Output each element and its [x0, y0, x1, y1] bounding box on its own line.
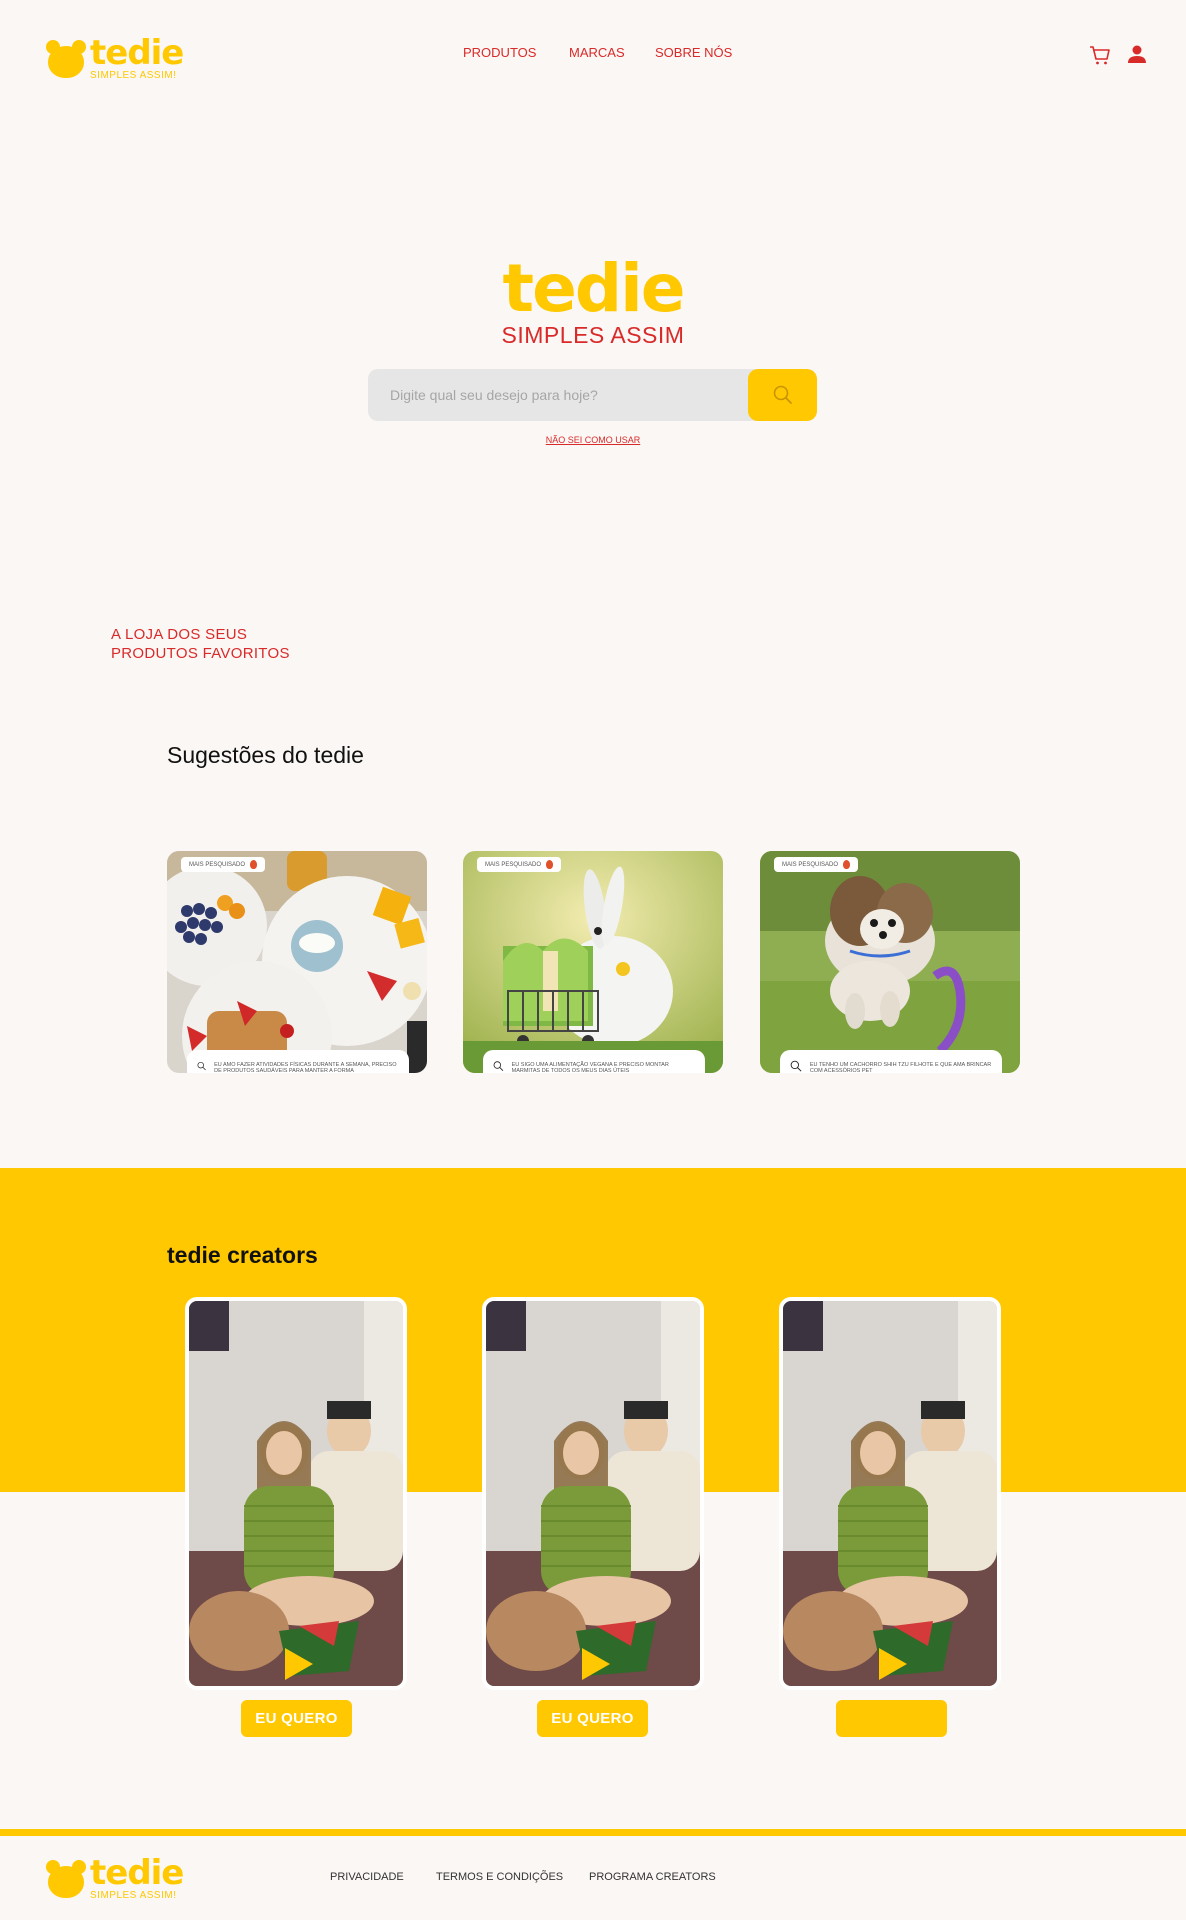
- suggestion-card[interactable]: MAIS PESQUISADO EU TENHO UM CACHORRO SHI…: [760, 851, 1020, 1073]
- footer-link-creators-program[interactable]: PROGRAMA CREATORS: [589, 1871, 716, 1883]
- suggestions-title: Sugestões do tedie: [167, 742, 364, 768]
- most-searched-badge: MAIS PESQUISADO: [181, 857, 266, 872]
- fire-icon: [250, 860, 258, 869]
- most-searched-badge: MAIS PESQUISADO: [774, 857, 859, 872]
- footer-logo-tagline: SIMPLES ASSIM!: [90, 1890, 177, 1901]
- want-button[interactable]: EU QUERO: [241, 1700, 352, 1737]
- creator-video[interactable]: [779, 1297, 1001, 1690]
- badge-label: MAIS PESQUISADO: [485, 861, 542, 868]
- creator-video-thumbnail: [783, 1301, 997, 1686]
- suggestion-query-box: EU TENHO UM CACHORRO SHIH TZU FILHOTE E …: [780, 1050, 1002, 1073]
- store-tagline-line1: A LOJA DOS SEUS: [111, 626, 248, 643]
- play-icon[interactable]: [879, 1648, 907, 1680]
- suggestion-query-box: EU SIGO UMA ALIMENTAÇÃO VEGANA E PRECISO…: [483, 1050, 705, 1073]
- nav-about[interactable]: SOBRE NÓS: [655, 45, 732, 60]
- logo-wordmark: tedie: [90, 33, 184, 73]
- most-searched-badge: MAIS PESQUISADO: [477, 857, 562, 872]
- creator-video-thumbnail: [189, 1301, 403, 1686]
- hero-wordmark: tedie: [502, 250, 686, 327]
- header-logo[interactable]: tedie SIMPLES ASSIM!: [46, 33, 184, 81]
- hero-tagline: SIMPLES ASSIM: [501, 322, 685, 348]
- footer-link-terms[interactable]: TERMOS E CONDIÇÕES: [436, 1871, 563, 1883]
- badge-label: MAIS PESQUISADO: [189, 861, 246, 868]
- user-icon[interactable]: [1126, 44, 1150, 66]
- footer-link-privacy[interactable]: PRIVACIDADE: [330, 1871, 404, 1883]
- search-input[interactable]: [368, 369, 748, 421]
- search-button[interactable]: [748, 369, 817, 421]
- cart-icon[interactable]: [1088, 44, 1112, 66]
- search-bar: [368, 369, 817, 421]
- creator-video[interactable]: [185, 1297, 407, 1690]
- store-tagline: A LOJA DOS SEUS PRODUTOS FAVORITOS: [111, 625, 290, 663]
- footer-logo[interactable]: tedie SIMPLES ASSIM!: [46, 1853, 184, 1901]
- help-link[interactable]: NÃO SEI COMO USAR: [0, 435, 1186, 445]
- puppy-running-image: [760, 851, 1020, 1073]
- suggestion-query-text: EU AMO FAZER ATIVIDADES FÍSICAS DURANTE …: [214, 1062, 397, 1073]
- nav-products[interactable]: PRODUTOS: [463, 45, 536, 60]
- fire-icon: [546, 860, 554, 869]
- logo-tagline: SIMPLES ASSIM!: [90, 70, 177, 81]
- footer-divider: [0, 1829, 1186, 1836]
- badge-label: MAIS PESQUISADO: [782, 861, 839, 868]
- rabbit-cart-image: [463, 851, 723, 1073]
- food-platter-image: [167, 851, 427, 1073]
- creator-video-thumbnail: [486, 1301, 700, 1686]
- play-icon[interactable]: [285, 1648, 313, 1680]
- fire-icon: [843, 860, 851, 869]
- want-button[interactable]: EU QUERO: [537, 1700, 648, 1737]
- suggestion-query-text: EU TENHO UM CACHORRO SHIH TZU FILHOTE E …: [809, 1062, 992, 1073]
- suggestion-card[interactable]: MAIS PESQUISADO EU AMO FAZER ATIVIDADES …: [167, 851, 427, 1073]
- bear-logo-icon: [46, 1859, 86, 1898]
- bear-logo-icon: [46, 39, 86, 78]
- footer-logo-wordmark: tedie: [90, 1853, 184, 1893]
- search-icon: [493, 1061, 504, 1071]
- suggestion-query-text: EU SIGO UMA ALIMENTAÇÃO VEGANA E PRECISO…: [511, 1062, 669, 1073]
- store-tagline-line2: PRODUTOS FAVORITOS: [111, 645, 290, 662]
- search-icon: [790, 1060, 802, 1072]
- creator-video[interactable]: [482, 1297, 704, 1690]
- play-icon[interactable]: [582, 1648, 610, 1680]
- nav-brands[interactable]: MARCAS: [569, 45, 625, 60]
- suggestion-query-box: EU AMO FAZER ATIVIDADES FÍSICAS DURANTE …: [187, 1050, 409, 1073]
- search-icon: [197, 1061, 206, 1071]
- search-icon: [773, 385, 792, 404]
- site-header: tedie SIMPLES ASSIM! PRODUTOS MARCAS SOB…: [0, 0, 1186, 110]
- want-button[interactable]: [836, 1700, 947, 1737]
- suggestion-card[interactable]: MAIS PESQUISADO EU SIGO UMA ALIMENTAÇÃO …: [463, 851, 723, 1073]
- creators-title: tedie creators: [167, 1242, 318, 1268]
